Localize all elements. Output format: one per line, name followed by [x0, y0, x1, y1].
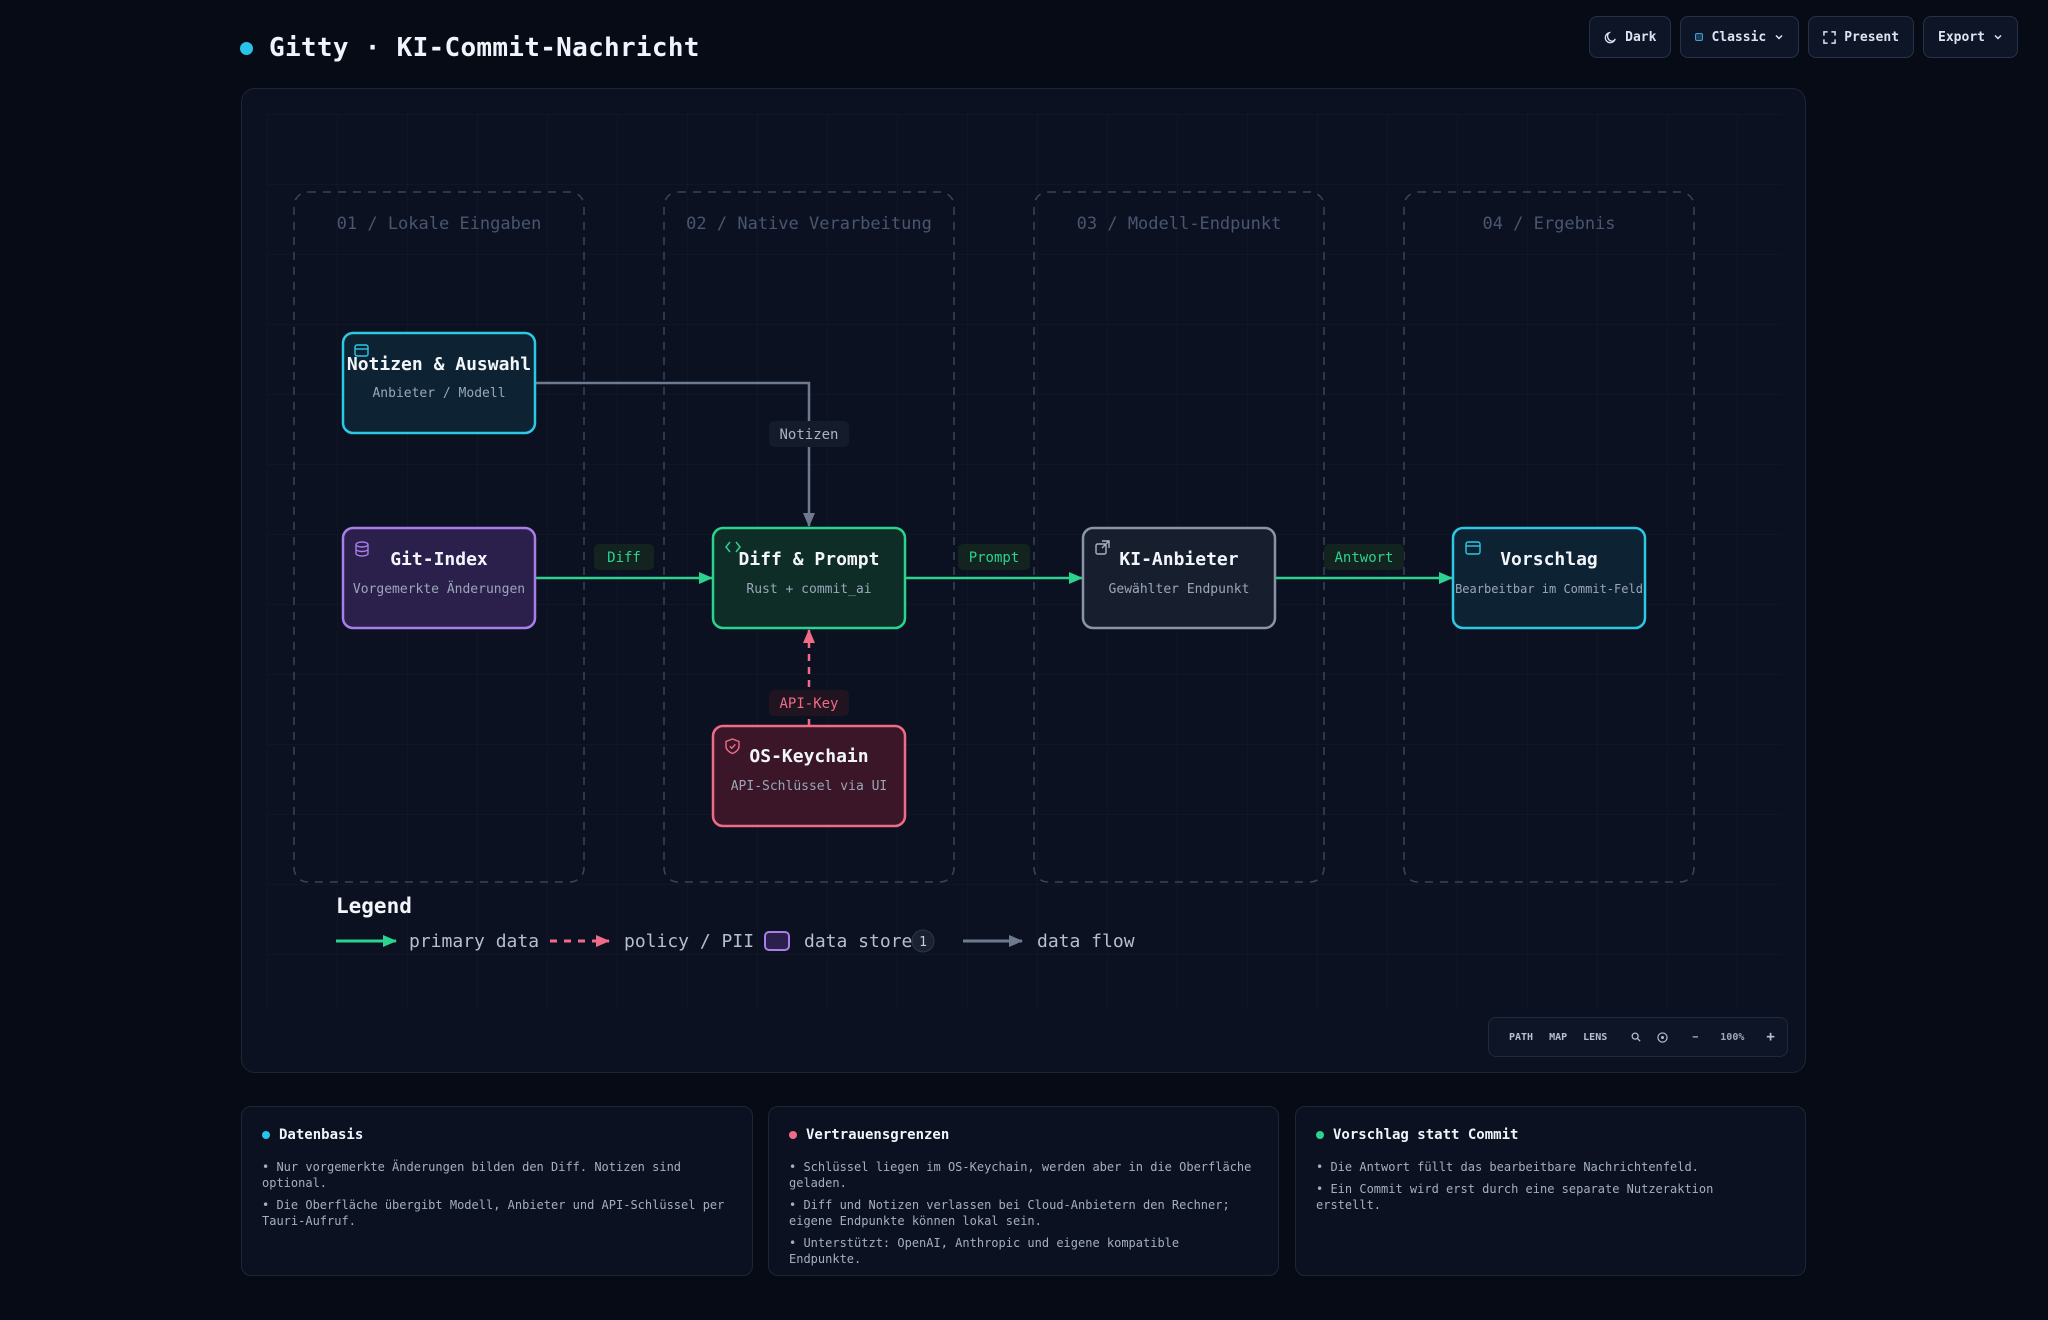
edge-label-prompt: Prompt: [969, 550, 1020, 566]
card-dot-icon: [1316, 1131, 1324, 1139]
list-item: Die Antwort füllt das bearbeitbare Nachr…: [1316, 1159, 1785, 1175]
edge-label-antwort: Antwort: [1334, 550, 1393, 566]
card-header: Datenbasis: [262, 1127, 732, 1143]
node-title: OS-Keychain: [749, 746, 868, 767]
legend-store-label: data store: [804, 931, 912, 952]
export-button[interactable]: Export: [1923, 16, 2018, 58]
node-subtitle: Rust + commit_ai: [746, 582, 871, 597]
card-title: Vertrauensgrenzen: [806, 1127, 950, 1143]
legend-title: Legend: [336, 894, 412, 918]
lane-4-title: 04 / Ergebnis: [1482, 214, 1615, 234]
path-mode-button[interactable]: PATH: [1501, 1032, 1541, 1043]
moon-icon: [1604, 31, 1616, 43]
lane-2-title: 02 / Native Verarbeitung: [686, 214, 932, 234]
theme-toggle-label: Dark: [1625, 29, 1657, 45]
node-subtitle: Gewählter Endpunkt: [1109, 582, 1250, 597]
node-title: KI-Anbieter: [1119, 549, 1238, 570]
node-subtitle: Bearbeitbar im Commit-Feld: [1455, 582, 1643, 596]
info-cards: Datenbasis Nur vorgemerkte Änderungen bi…: [241, 1106, 1806, 1276]
lens-mode-button[interactable]: LENS: [1575, 1032, 1615, 1043]
present-button[interactable]: Present: [1808, 16, 1915, 58]
node-git-index[interactable]: Git-Index Vorgemerkte Änderungen: [341, 526, 537, 630]
style-swatch-icon: [1695, 33, 1704, 41]
legend-primary-label: primary data: [409, 931, 539, 952]
node-title: Diff & Prompt: [739, 549, 880, 570]
list-item: Unterstützt: OpenAI, Anthropic und eigen…: [789, 1235, 1258, 1267]
zoom-out-button[interactable]: −: [1684, 1032, 1706, 1043]
lane-3-title: 03 / Modell-Endpunkt: [1077, 214, 1282, 234]
node-vorschlag[interactable]: Vorschlag Bearbeitbar im Commit-Feld: [1451, 526, 1647, 630]
chevron-down-icon: [1994, 34, 2002, 40]
node-title: Notizen & Auswahl: [347, 354, 531, 375]
list-item: Die Oberfläche übergibt Modell, Anbieter…: [262, 1197, 732, 1229]
list-item: Diff und Notizen verlassen bei Cloud-Anb…: [789, 1197, 1258, 1229]
card-title: Vorschlag statt Commit: [1333, 1127, 1519, 1143]
card-header: Vorschlag statt Commit: [1316, 1127, 1785, 1143]
search-button[interactable]: [1623, 1032, 1649, 1042]
card-vertrauensgrenzen: Vertrauensgrenzen Schlüssel liegen im OS…: [768, 1106, 1279, 1276]
node-diff-prompt[interactable]: Diff & Prompt Rust + commit_ai: [711, 526, 907, 630]
chevron-down-icon: [1775, 34, 1783, 40]
legend-policy-label: policy / PII: [624, 931, 754, 952]
card-list: Die Antwort füllt das bearbeitbare Nachr…: [1316, 1159, 1785, 1213]
node-subtitle: Vorgemerkte Änderungen: [353, 581, 525, 597]
node-subtitle: API-Schlüssel via UI: [731, 779, 888, 794]
search-icon: [1631, 1032, 1641, 1042]
card-list: Nur vorgemerkte Änderungen bilden den Di…: [262, 1159, 732, 1229]
card-header: Vertrauensgrenzen: [789, 1127, 1258, 1143]
card-title: Datenbasis: [279, 1127, 364, 1143]
export-label: Export: [1938, 29, 1985, 45]
node-title: Git-Index: [390, 549, 488, 570]
help-button[interactable]: [1649, 1031, 1676, 1043]
lane-1-title: 01 / Lokale Eingaben: [337, 214, 542, 234]
card-list: Schlüssel liegen im OS-Keychain, werden …: [789, 1159, 1258, 1267]
card-dot-icon: [789, 1131, 797, 1139]
list-item: Schlüssel liegen im OS-Keychain, werden …: [789, 1159, 1258, 1191]
node-os-keychain[interactable]: OS-Keychain API-Schlüssel via UI: [711, 724, 907, 828]
card-dot-icon: [262, 1131, 270, 1139]
style-select-label: Classic: [1711, 29, 1767, 45]
edge-label-notizen: Notizen: [779, 427, 838, 443]
page-title: Gitty · KI-Commit-Nachricht: [269, 33, 700, 63]
title-row: Gitty · KI-Commit-Nachricht: [240, 28, 700, 68]
legend-store-swatch: [764, 931, 790, 951]
fullscreen-icon: [1823, 30, 1837, 44]
diagram-canvas[interactable]: 01 / Lokale Eingaben 02 / Native Verarbe…: [241, 88, 1806, 1073]
architecture-diagram: 01 / Lokale Eingaben 02 / Native Verarbe…: [267, 114, 1782, 1009]
list-item: Nur vorgemerkte Änderungen bilden den Di…: [262, 1159, 732, 1191]
zoom-in-button[interactable]: +: [1758, 1029, 1782, 1045]
node-title: Vorschlag: [1500, 549, 1598, 570]
theme-toggle-button[interactable]: Dark: [1589, 16, 1672, 58]
legend-store-count: 1: [919, 935, 927, 950]
node-subtitle: Anbieter / Modell: [372, 386, 505, 401]
edge-label-diff: Diff: [607, 550, 641, 566]
status-dot-icon: [240, 41, 253, 55]
card-vorschlag-statt-commit: Vorschlag statt Commit Die Antwort füllt…: [1295, 1106, 1806, 1276]
map-mode-button[interactable]: MAP: [1541, 1032, 1575, 1043]
node-notizen-auswahl[interactable]: Notizen & Auswahl Anbieter / Modell: [341, 331, 537, 435]
present-label: Present: [1844, 29, 1900, 45]
node-ki-anbieter[interactable]: KI-Anbieter Gewählter Endpunkt: [1081, 526, 1277, 630]
zoom-controls: PATH MAP LENS − 100% +: [1488, 1017, 1788, 1057]
toolbar: Dark Classic Present Export: [1589, 16, 2018, 58]
help-icon: [1657, 1031, 1668, 1043]
style-select-button[interactable]: Classic: [1680, 16, 1800, 58]
zoom-level: 100%: [1720, 1031, 1745, 1043]
legend-flow-label: data flow: [1037, 931, 1135, 952]
list-item: Ein Commit wird erst durch eine separate…: [1316, 1181, 1785, 1213]
card-datenbasis: Datenbasis Nur vorgemerkte Änderungen bi…: [241, 1106, 753, 1276]
edge-label-api-key: API-Key: [779, 696, 838, 712]
